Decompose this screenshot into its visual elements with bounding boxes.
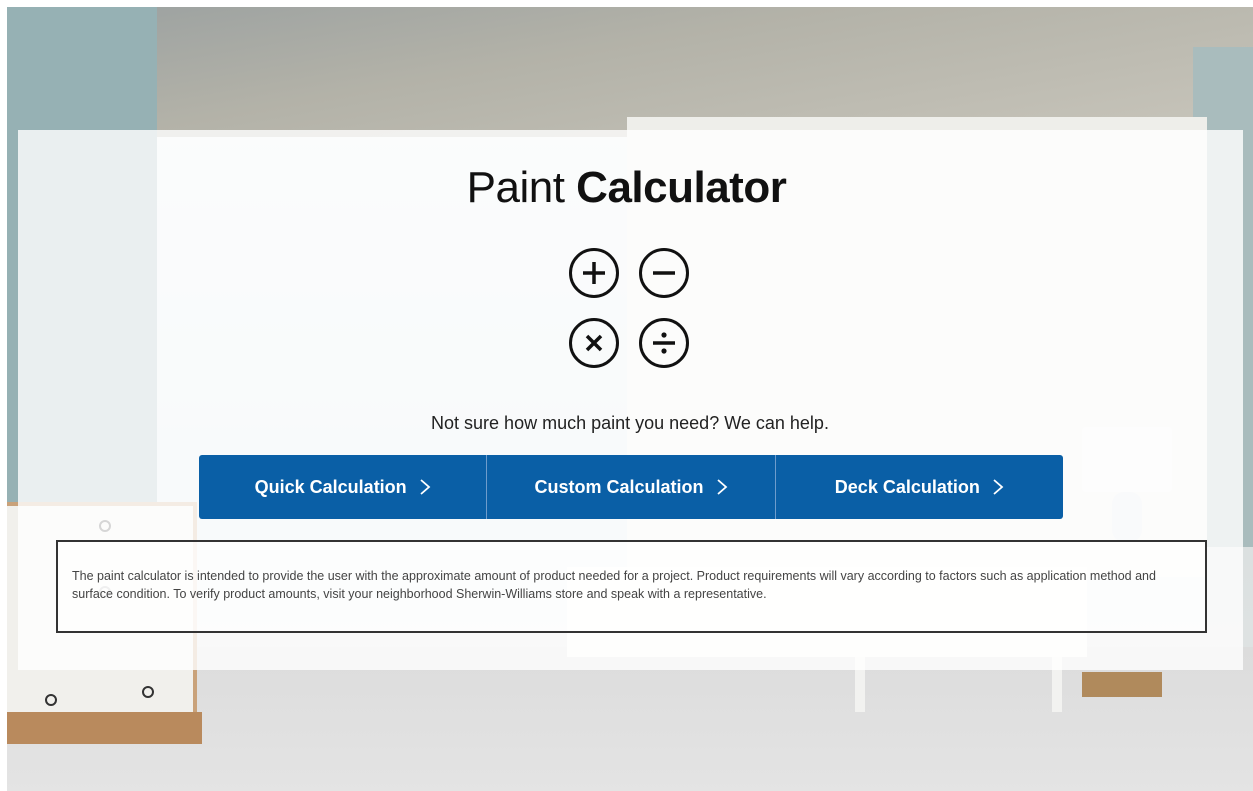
- custom-calculation-button[interactable]: Custom Calculation: [486, 455, 775, 519]
- custom-calculation-label: Custom Calculation: [534, 476, 704, 497]
- quick-calculation-button[interactable]: Quick Calculation: [199, 455, 487, 519]
- calculation-type-buttons: Quick Calculation Custom Calculation Dec…: [199, 455, 1063, 519]
- chevron-right-icon: [716, 479, 727, 495]
- page-title-light: Paint: [466, 163, 577, 212]
- minus-circle-icon: [639, 248, 689, 298]
- deck-calculation-button[interactable]: Deck Calculation: [774, 455, 1063, 519]
- tagline-text: Not sure how much paint you need? We can…: [431, 413, 829, 433]
- chevron-right-icon: [420, 479, 431, 495]
- plus-circle-icon: [569, 248, 619, 298]
- background-dresser-base: [7, 712, 202, 744]
- disclaimer-box: The paint calculator is intended to prov…: [56, 540, 1207, 633]
- page-title: Paint Calculator: [0, 163, 1253, 213]
- background-basket: [1082, 672, 1162, 697]
- page-title-bold: Calculator: [576, 163, 787, 212]
- chevron-right-icon: [993, 479, 1004, 495]
- dresser-knob: [142, 686, 154, 698]
- divide-circle-icon: [639, 318, 689, 368]
- math-operators-graphic: [569, 248, 693, 372]
- deck-calculation-label: Deck Calculation: [834, 476, 980, 497]
- times-circle-icon: [569, 318, 619, 368]
- quick-calculation-label: Quick Calculation: [254, 476, 407, 497]
- dresser-knob: [45, 694, 57, 706]
